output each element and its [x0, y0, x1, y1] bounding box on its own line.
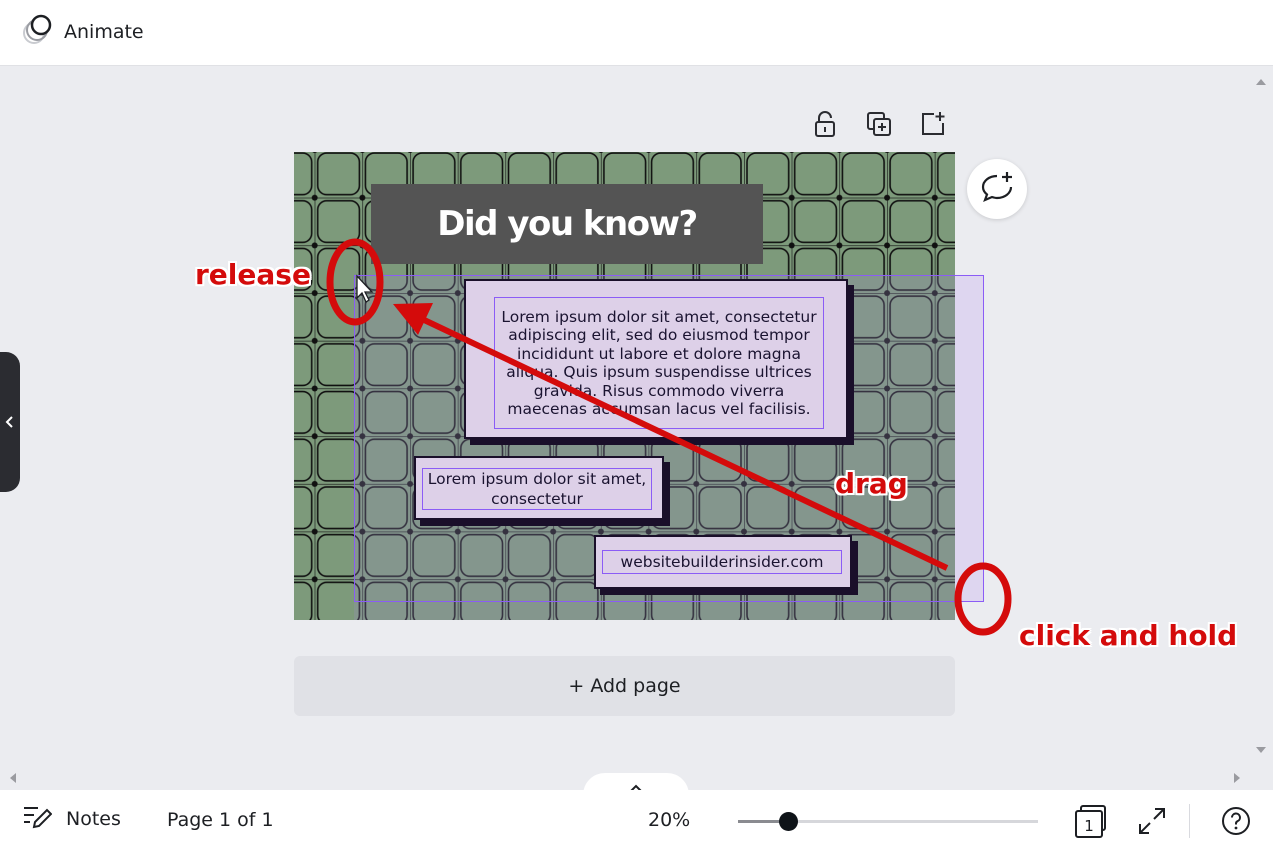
vertical-scrollbar[interactable] [1250, 67, 1273, 767]
animate-label: Animate [64, 21, 144, 43]
url-card-text: websitebuilderinsider.com [620, 553, 824, 571]
notes-button[interactable]: Notes [22, 804, 121, 834]
url-card-frame: websitebuilderinsider.com [602, 550, 842, 574]
text-card-small[interactable]: Lorem ipsum dolor sit amet, consectetur [414, 456, 664, 520]
text-card-small-frame: Lorem ipsum dolor sit amet, consectetur [422, 468, 652, 510]
help-button[interactable] [1221, 806, 1251, 836]
click-and-hold-label: click and hold [1019, 619, 1238, 652]
fullscreen-button[interactable] [1137, 806, 1167, 836]
bottom-bar: Notes Page 1 of 1 20% 1 [0, 790, 1273, 846]
url-card[interactable]: websitebuilderinsider.com [594, 535, 852, 589]
add-page-icon [920, 111, 946, 141]
add-page-button[interactable]: + Add page [294, 656, 955, 716]
add-comment-icon [980, 171, 1014, 207]
selection-overflow [955, 275, 984, 602]
chevron-left-icon [5, 413, 15, 432]
animate-button[interactable]: Animate [20, 14, 144, 50]
page-count-button[interactable]: 1 [1074, 804, 1108, 838]
canvas-workspace: Did you know? Lorem ipsum dolor sit amet… [0, 67, 1273, 795]
text-card-main[interactable]: Lorem ipsum dolor sit amet, consectetur … [464, 279, 848, 439]
title-text: Did you know? [437, 204, 698, 244]
notes-label: Notes [66, 808, 121, 830]
text-card-small-body: Lorem ipsum dolor sit amet, consectetur [427, 470, 647, 508]
zoom-slider[interactable] [738, 812, 1038, 831]
text-card-main-frame: Lorem ipsum dolor sit amet, consectetur … [494, 297, 824, 429]
page-count-number: 1 [1084, 817, 1094, 835]
drag-label: drag [835, 467, 908, 500]
editor-app: Animate Did you know? Lorem ipsum dolor … [0, 0, 1273, 846]
scroll-up-icon[interactable] [1256, 79, 1266, 85]
side-panel-toggle[interactable] [0, 352, 20, 492]
add-page-button-top[interactable] [916, 109, 950, 143]
design-canvas[interactable]: Did you know? Lorem ipsum dolor sit amet… [294, 152, 955, 620]
text-card-main-body: Lorem ipsum dolor sit amet, consectetur … [501, 307, 817, 419]
page-toolbar [808, 109, 950, 143]
top-bar: Animate [0, 0, 1273, 66]
zoom-slider-knob[interactable] [779, 812, 798, 831]
scroll-down-icon[interactable] [1256, 747, 1266, 753]
add-comment-button[interactable] [967, 159, 1027, 219]
toolbar-divider [1189, 804, 1190, 838]
animate-icon [20, 13, 54, 51]
duplicate-page-button[interactable] [862, 109, 896, 143]
title-box[interactable]: Did you know? [371, 184, 763, 264]
scroll-left-icon[interactable] [10, 773, 16, 783]
zoom-level[interactable]: 20% [648, 809, 690, 831]
release-label: release [195, 258, 311, 291]
help-icon [1221, 807, 1251, 840]
fullscreen-icon [1137, 808, 1167, 840]
notes-icon [22, 804, 53, 834]
lock-page-button[interactable] [808, 109, 842, 143]
scroll-right-icon[interactable] [1234, 773, 1240, 783]
page-indicator: Page 1 of 1 [167, 809, 274, 831]
page-count-icon: 1 [1074, 805, 1108, 842]
duplicate-page-icon [866, 111, 892, 141]
lock-icon [812, 110, 838, 142]
